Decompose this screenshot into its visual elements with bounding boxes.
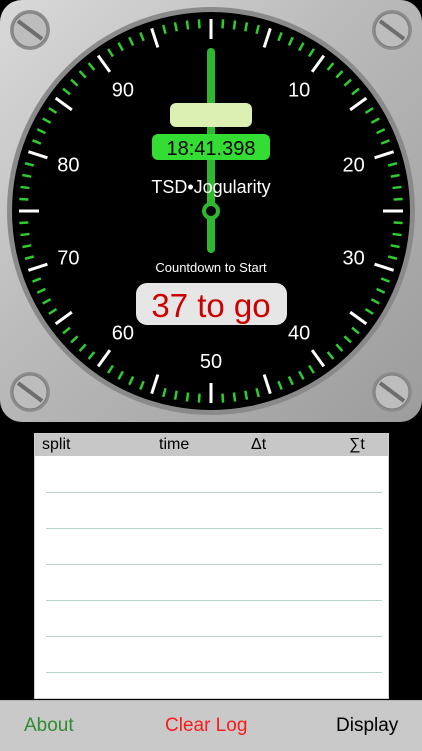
minor-tick xyxy=(19,221,29,225)
minor-tick xyxy=(197,19,201,29)
dial-number: 30 xyxy=(343,247,365,269)
minor-tick xyxy=(19,197,29,201)
log-row[interactable] xyxy=(46,600,382,601)
dial-number: 60 xyxy=(112,322,134,344)
log-row[interactable] xyxy=(46,492,382,493)
dial-number: 80 xyxy=(57,155,79,177)
dial-number: 50 xyxy=(200,351,222,373)
minor-tick xyxy=(393,197,403,201)
instrument-bezel: 10 20 30 40 50 60 70 80 90 18:41.398 TSD•Jogular… xyxy=(0,0,422,422)
dial-number: 20 xyxy=(343,155,365,177)
minor-tick xyxy=(232,392,237,402)
brand-label: TSD•Jogularity xyxy=(151,177,270,197)
dial: 10 20 30 40 50 60 70 80 90 18:41.398 TSD•Jogular… xyxy=(7,7,415,415)
split-log[interactable]: split time Δt ∑t xyxy=(34,433,389,699)
minor-tick xyxy=(20,232,30,237)
minor-tick xyxy=(20,185,30,190)
minor-tick xyxy=(173,22,178,32)
dial-number: 40 xyxy=(288,322,310,344)
hand-pivot xyxy=(202,202,220,220)
log-row[interactable] xyxy=(46,564,382,565)
minor-tick xyxy=(221,393,225,403)
minor-tick xyxy=(244,390,249,400)
dial-number: 10 xyxy=(288,80,310,102)
bottom-toolbar: About Clear Log Display xyxy=(0,700,422,751)
countdown-label: Countdown to Start xyxy=(155,260,267,275)
minor-tick xyxy=(22,173,32,178)
hand-bar xyxy=(170,103,252,127)
col-split: split xyxy=(42,436,71,453)
col-sum-t: ∑t xyxy=(349,436,365,453)
minor-tick xyxy=(185,20,190,30)
minor-tick xyxy=(197,393,201,403)
minor-tick xyxy=(221,19,225,29)
minor-tick xyxy=(392,185,402,190)
clock-text: 18:41.398 xyxy=(167,138,256,160)
dial-number: 90 xyxy=(112,80,134,102)
minor-tick xyxy=(392,232,402,237)
display-button[interactable]: Display xyxy=(336,715,398,737)
countdown-value: 37 to go xyxy=(151,287,270,324)
log-header: split time Δt ∑t xyxy=(35,434,388,456)
minor-tick xyxy=(22,244,32,249)
minor-tick xyxy=(173,390,178,400)
clear-log-button[interactable]: Clear Log xyxy=(165,715,247,737)
col-delta-t: Δt xyxy=(251,436,267,453)
log-row[interactable] xyxy=(46,672,382,673)
col-time: time xyxy=(159,436,190,453)
dial-number: 70 xyxy=(57,247,79,269)
log-row[interactable] xyxy=(46,636,382,637)
minor-tick xyxy=(232,20,237,30)
minor-tick xyxy=(390,173,400,178)
log-row[interactable] xyxy=(46,528,382,529)
minor-tick xyxy=(244,22,249,32)
about-button[interactable]: About xyxy=(24,715,74,737)
minor-tick xyxy=(393,221,403,225)
minor-tick xyxy=(390,244,400,249)
minor-tick xyxy=(185,392,190,402)
